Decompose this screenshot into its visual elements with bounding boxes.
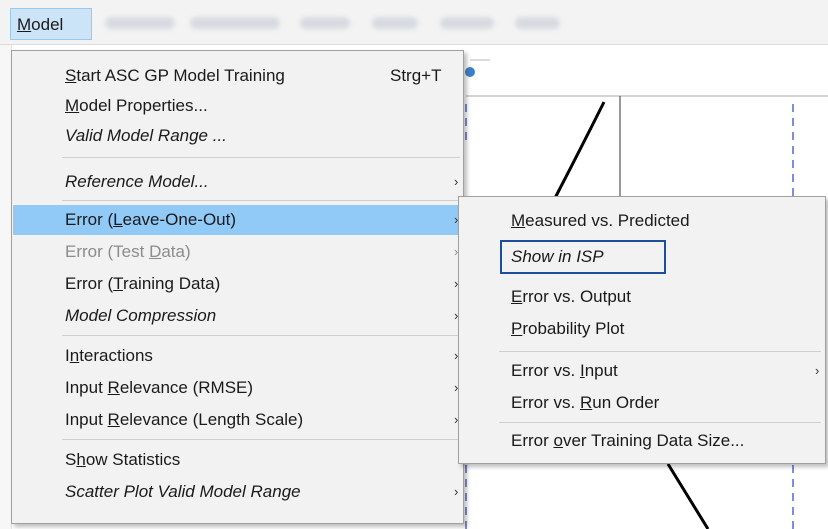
label-post: ata) — [161, 242, 191, 261]
menu-item-label: Probability Plot — [511, 313, 624, 345]
menu-item-show-statistics[interactable]: Show Statistics — [13, 445, 462, 475]
menu-item-input-relevance-rmse[interactable]: Input Relevance (RMSE) › — [13, 373, 462, 403]
mnemonic: E — [511, 287, 523, 306]
label-post: eave-One-Out) — [122, 210, 237, 229]
label-post: elevance (RMSE) — [119, 378, 254, 397]
menu-item-error-loo[interactable]: Error (Leave-One-Out) › — [13, 205, 462, 235]
label-post: ow Statistics — [85, 450, 181, 469]
label-post: rror vs. Output — [522, 287, 631, 306]
menu-item-label: Show in ISP — [511, 247, 604, 266]
menu-item-input-relevance-length-scale[interactable]: Input Relevance (Length Scale) › — [13, 405, 462, 435]
label-pre: Input — [65, 378, 108, 397]
mnemonic: M — [511, 211, 526, 230]
menu-item-scatter-plot-valid-range[interactable]: Scatter Plot Valid Model Range › — [13, 477, 462, 507]
label-text: tart ASC GP Model Training — [76, 66, 285, 85]
menu-item-label: Error (Test Data) — [65, 237, 191, 267]
label-pre: Error ( — [65, 210, 114, 229]
label-post: elevance (Length Scale) — [119, 410, 304, 429]
mnemonic: T — [113, 274, 123, 293]
label-pre: Error vs. — [511, 361, 580, 380]
menu-item-label: Reference Model... — [65, 172, 209, 191]
submenu-arrow-icon: › — [454, 174, 459, 189]
label-pre: Error — [511, 431, 554, 450]
mnemonic: D — [149, 242, 162, 261]
submenu-item-error-vs-input[interactable]: Error vs. Input › — [460, 355, 824, 387]
menu-item-label: Start ASC GP Model Training — [65, 61, 285, 91]
submenu-item-error-over-training-size[interactable]: Error over Training Data Size... — [460, 425, 824, 457]
model-menu: Start ASC GP Model Training Strg+T Model… — [11, 50, 464, 524]
submenu-item-measured-vs-predicted[interactable]: Measured vs. Predicted — [460, 205, 824, 237]
submenu-item-error-vs-run-order[interactable]: Error vs. Run Order — [460, 387, 824, 419]
separator — [499, 422, 821, 423]
menu-item-label: Error over Training Data Size... — [511, 425, 744, 457]
label-pre: Input — [65, 410, 108, 429]
separator — [499, 351, 821, 352]
menu-item-label: Valid Model Range ... — [65, 126, 227, 145]
label-post: raining Data) — [122, 274, 221, 293]
mnemonic: n — [69, 346, 80, 365]
menu-item-error-test-data[interactable]: Error (Test Data) › — [13, 237, 462, 267]
label-post: teractions — [79, 346, 153, 365]
menu-item-label: Error vs. Input — [511, 355, 618, 387]
menu-item-model-properties[interactable]: Model Properties... — [13, 91, 462, 121]
label-text: odel Properties... — [79, 96, 208, 115]
submenu-error-loo: Measured vs. Predicted Show in ISP Error… — [458, 196, 826, 464]
submenu-arrow-icon: › — [454, 484, 459, 499]
label-post: ver Training Data Size... — [562, 431, 745, 450]
menu-item-reference-model[interactable]: Reference Model... › — [13, 167, 462, 197]
menu-item-label: Measured vs. Predicted — [511, 205, 690, 237]
separator — [62, 157, 460, 158]
submenu-arrow-icon: › — [815, 363, 820, 378]
mnemonic: o — [553, 431, 563, 450]
label-post: robability Plot — [522, 319, 625, 338]
label-pre: S — [65, 450, 77, 469]
label-pre: Error (Test — [65, 242, 150, 261]
menu-item-model-compression[interactable]: Model Compression › — [13, 301, 462, 331]
submenu-item-probability-plot[interactable]: Probability Plot — [460, 313, 824, 345]
menu-item-error-training-data[interactable]: Error (Training Data) › — [13, 269, 462, 299]
menu-item-label: Input Relevance (RMSE) — [65, 373, 253, 403]
mnemonic: S — [65, 66, 77, 85]
label-post: easured vs. Predicted — [525, 211, 690, 230]
mnemonic: h — [76, 450, 86, 469]
menu-item-label: Show Statistics — [65, 445, 180, 475]
plot-curve-lower — [666, 463, 710, 529]
label-post: nput — [584, 361, 618, 380]
label-pre: Error vs. — [511, 393, 580, 412]
menu-item-label: Error (Leave-One-Out) — [65, 205, 236, 235]
mnemonic: R — [579, 393, 593, 412]
toolbar-icon-fragment — [465, 67, 475, 77]
menu-item-start-training[interactable]: Start ASC GP Model Training Strg+T — [13, 61, 462, 91]
mnemonic: M — [65, 96, 80, 115]
mnemonic: R — [107, 410, 120, 429]
submenu-item-error-vs-output[interactable]: Error vs. Output — [460, 281, 824, 313]
shortcut-text: Strg+T — [390, 66, 442, 85]
mnemonic: R — [107, 378, 120, 397]
menu-item-valid-model-range[interactable]: Valid Model Range ... — [13, 121, 462, 151]
menu-item-interactions[interactable]: Interactions › — [13, 341, 462, 371]
separator — [62, 439, 460, 440]
mnemonic: P — [511, 319, 523, 338]
menu-item-label: Input Relevance (Length Scale) — [65, 405, 303, 435]
label-pre: Error ( — [65, 274, 114, 293]
menu-item-label: Model Properties... — [65, 91, 208, 121]
menu-item-label: Error (Training Data) — [65, 269, 220, 299]
submenu-item-show-in-isp[interactable]: Show in ISP — [460, 241, 824, 273]
menu-item-label: Error vs. Output — [511, 281, 631, 313]
menu-item-label: Scatter Plot Valid Model Range — [65, 482, 301, 501]
separator — [62, 200, 460, 201]
label-post: un Order — [592, 393, 660, 412]
separator — [62, 335, 460, 336]
menu-item-label: Error vs. Run Order — [511, 387, 659, 419]
plot-curve-upper — [552, 101, 606, 201]
menu-item-label: Model Compression — [65, 306, 217, 325]
menu-item-label: Interactions — [65, 341, 153, 371]
mnemonic: L — [113, 210, 123, 229]
